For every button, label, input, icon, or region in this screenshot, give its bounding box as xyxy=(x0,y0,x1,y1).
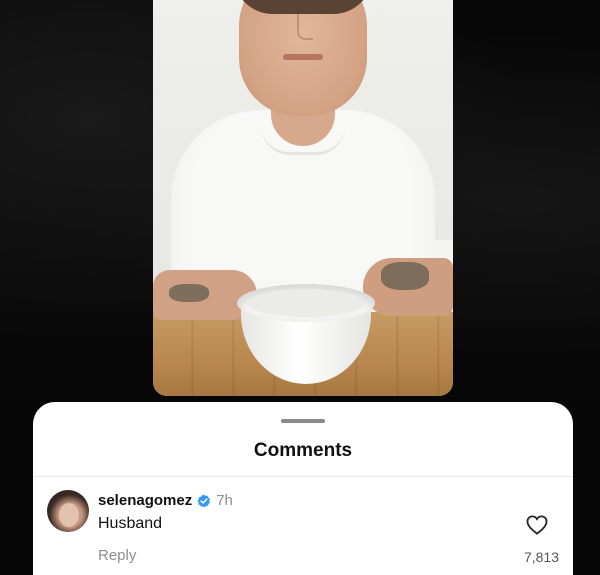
bowl-inner xyxy=(247,289,365,317)
comment-time: 7h xyxy=(216,492,233,509)
sheet-divider xyxy=(33,476,573,477)
like-count: 7,813 xyxy=(523,549,559,565)
reply-button[interactable]: Reply xyxy=(98,547,136,564)
comment-header: selenagomez 7h xyxy=(98,492,233,509)
avatar-face xyxy=(59,503,79,527)
tattoo-right xyxy=(381,262,429,290)
tattoo-left xyxy=(169,284,209,302)
person-arm-right xyxy=(363,258,453,316)
comments-sheet: Comments selenagomez 7h Husband Reply 7,… xyxy=(33,402,573,575)
white-bowl xyxy=(237,284,375,384)
screen: Comments selenagomez 7h Husband Reply 7,… xyxy=(0,0,600,575)
person-mouth xyxy=(283,54,323,60)
comment-text: Husband xyxy=(98,515,163,532)
comments-title: Comments xyxy=(253,440,353,461)
heart-icon[interactable] xyxy=(526,515,548,535)
verified-badge-icon xyxy=(197,494,211,507)
person-nose xyxy=(297,10,313,40)
bowl-rim xyxy=(237,284,375,322)
sheet-grabber-handle[interactable] xyxy=(281,419,325,423)
comment-username[interactable]: selenagomez xyxy=(98,492,192,509)
avatar[interactable] xyxy=(47,490,89,532)
person-head xyxy=(239,0,367,116)
video-player[interactable] xyxy=(153,0,453,396)
